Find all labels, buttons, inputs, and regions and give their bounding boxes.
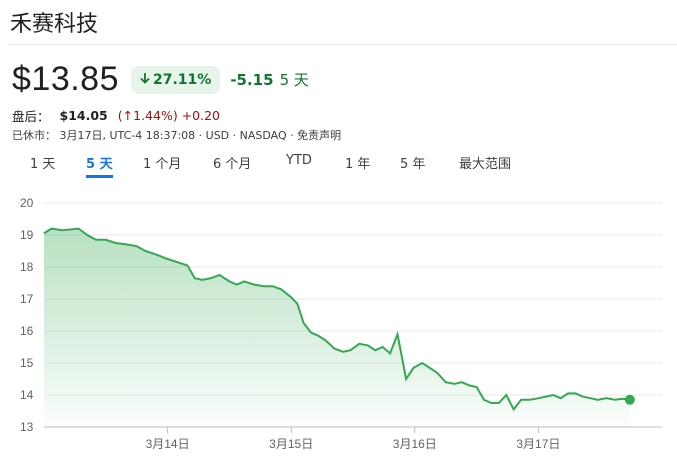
y-tick-label: 18 [20,260,34,274]
y-tick-label: 15 [20,356,34,370]
tab-1-day[interactable]: 1 天 [30,150,55,175]
range-tabs: 1 天 5 天 1 个月 6 个月 YTD 1 年 5 年 最大范围 [0,150,677,180]
tab-max[interactable]: 最大范围 [459,150,511,175]
y-tick-label: 20 [20,196,34,210]
x-tick-label: 3月14日 [146,437,190,451]
change-absolute: -5.15 [230,70,274,89]
y-tick-label: 13 [20,420,34,434]
y-tick-label: 17 [20,292,34,306]
price-chart[interactable]: 20 19 18 17 16 15 14 13 3月14日 3月15日 3月16日 3月17日 [0,185,677,460]
after-hours-change-absolute: +0.20 [181,108,221,123]
tab-1-year[interactable]: 1 年 [345,150,370,175]
header-divider [10,44,677,45]
y-tick-label: 16 [20,324,34,338]
y-tick-label: 14 [20,388,34,402]
change-percent-badge: 27.11% [131,65,221,94]
after-hours-label: 盘后： [12,109,50,124]
change-period: 5 天 [279,71,309,89]
x-tick-label: 3月16日 [393,437,437,451]
after-hours-row: 盘后： $14.05 (↑1.44%) +0.20 [12,106,220,125]
market-status-meta: 已休市： 3月17日, UTC-4 18:37:08 · USD · NASDA… [12,129,342,142]
x-tick-label: 3月15日 [269,437,313,451]
after-hours-price: $14.05 [59,108,108,123]
tab-6-month[interactable]: 6 个月 [213,150,251,175]
tab-ytd[interactable]: YTD [286,150,312,171]
tab-1-month[interactable]: 1 个月 [143,150,181,175]
stock-title: 禾赛科技 [10,12,99,37]
last-price-dot[interactable] [624,394,635,405]
y-tick-label: 19 [20,228,34,242]
tab-5-year[interactable]: 5 年 [400,150,425,175]
current-price: $13.85 [12,60,119,98]
tab-5-day[interactable]: 5 天 [86,150,113,178]
price-row: $13.85 27.11% -5.15 5 天 [12,60,309,99]
change-percent: 27.11% [153,71,212,88]
arrow-down-icon [140,72,150,88]
x-tick-label: 3月17日 [516,437,560,451]
after-hours-change-percent: (↑1.44%) [117,108,178,123]
